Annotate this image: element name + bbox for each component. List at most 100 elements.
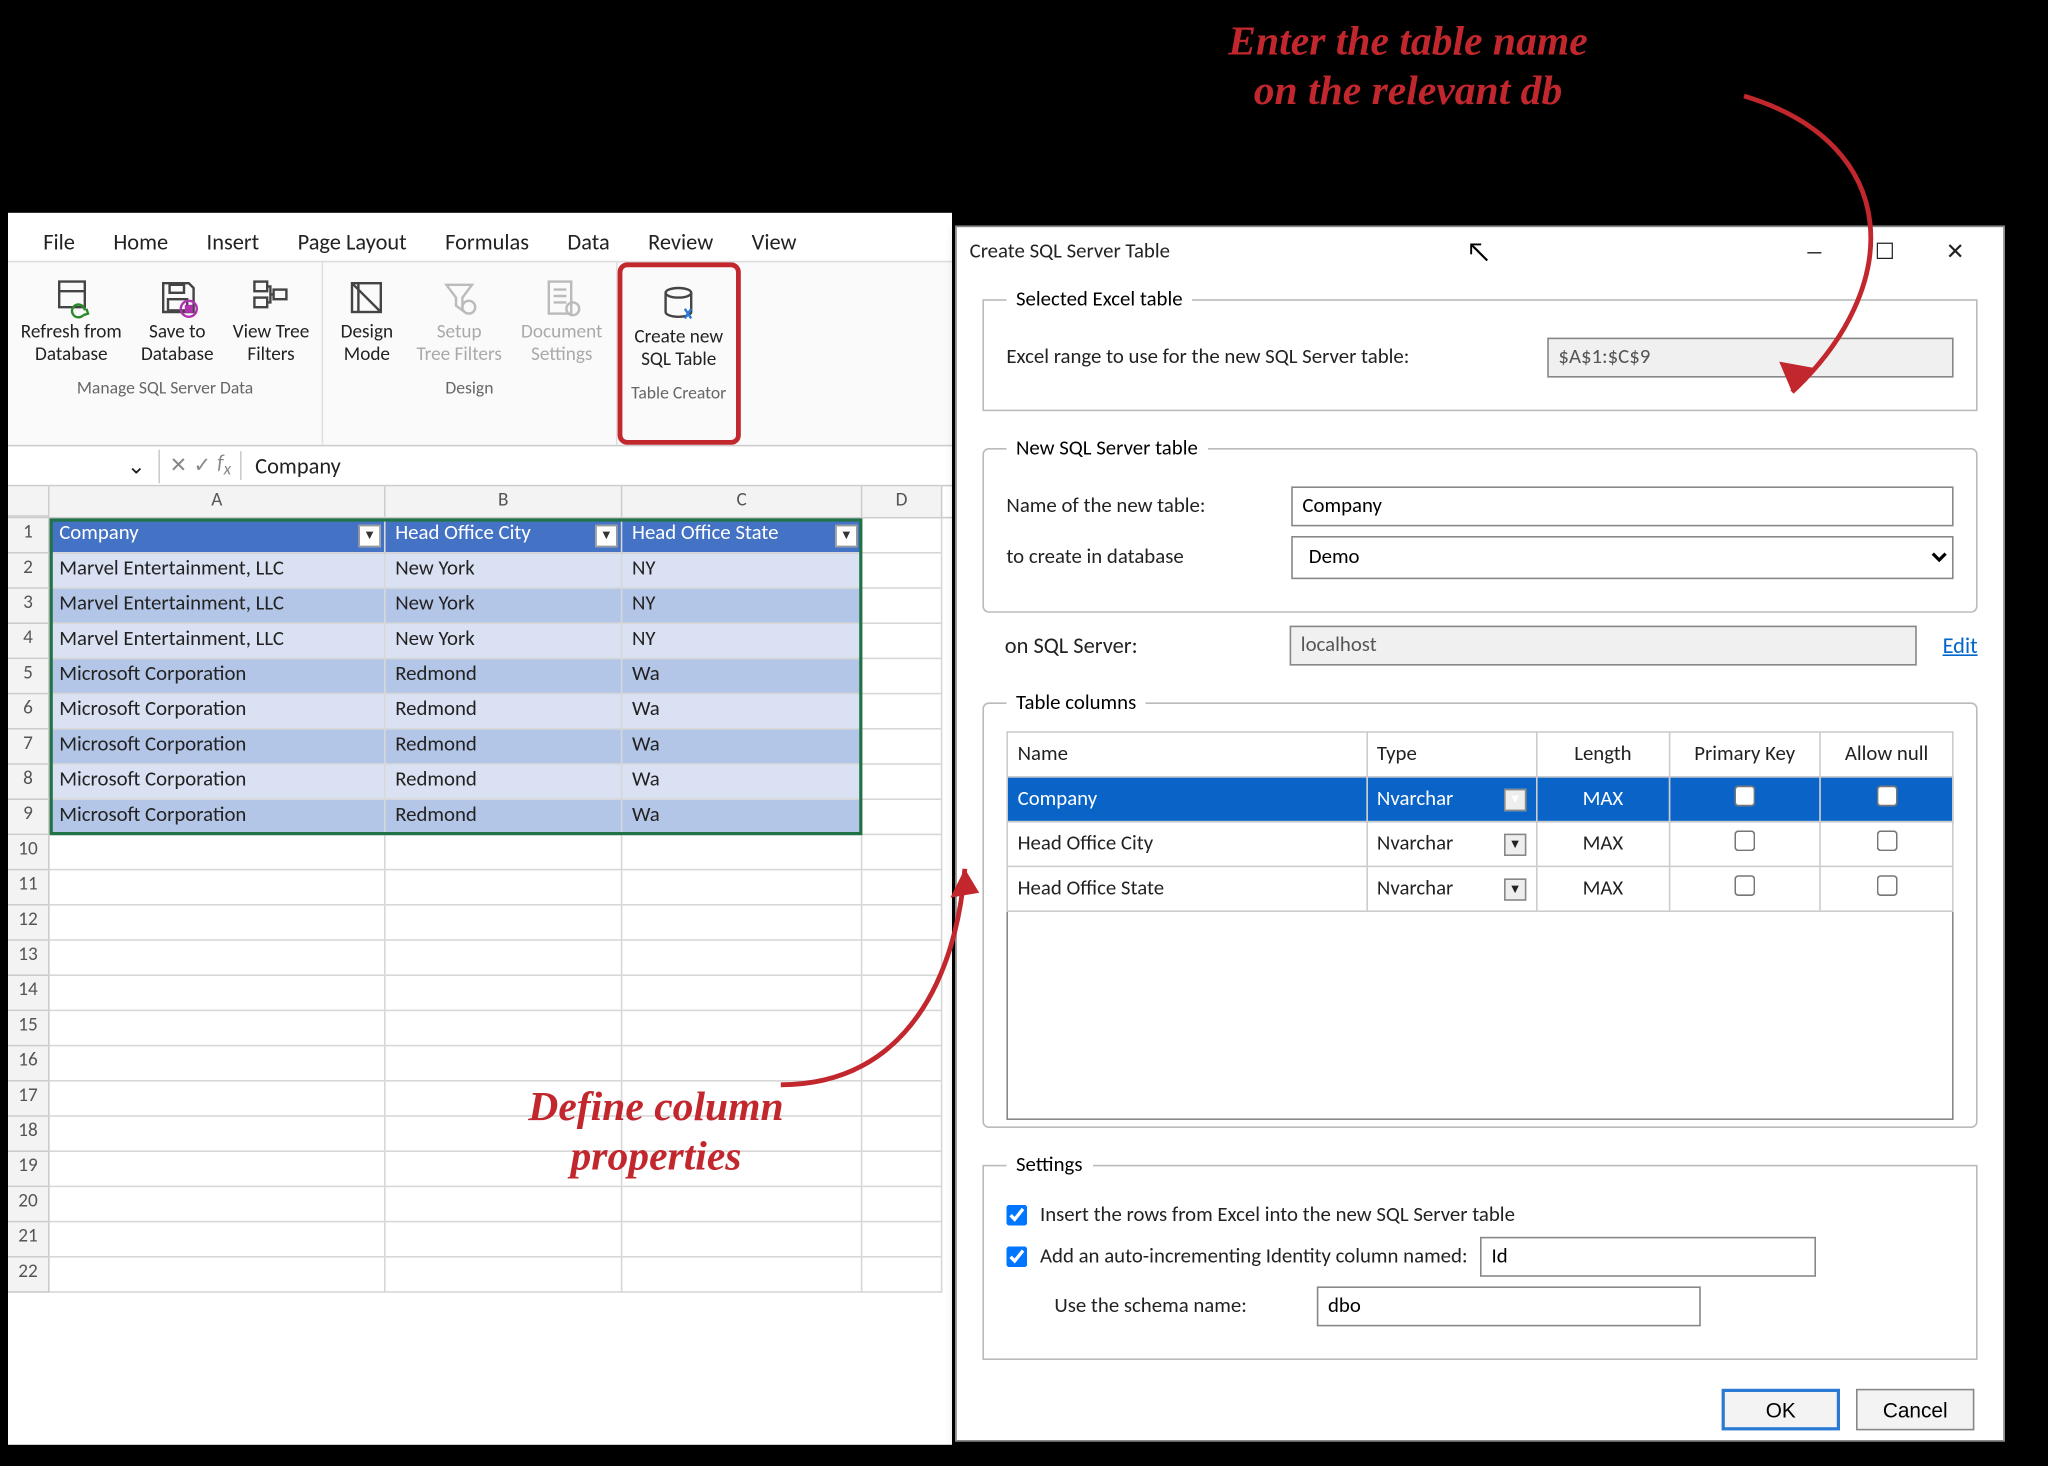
cell[interactable]: Microsoft Corporation <box>50 730 386 765</box>
edit-server-link[interactable]: Edit <box>1943 632 1978 659</box>
filter-dropdown-icon[interactable]: ▼ <box>595 525 617 547</box>
row-header[interactable]: 19 <box>8 1152 50 1187</box>
col-length-cell[interactable]: MAX <box>1537 822 1669 867</box>
cell[interactable] <box>386 870 623 905</box>
cell[interactable] <box>386 1187 623 1222</box>
chevron-down-icon[interactable]: ▼ <box>1504 833 1526 855</box>
cell[interactable] <box>862 1187 942 1222</box>
row-header[interactable]: 22 <box>8 1258 50 1293</box>
col-name-cell[interactable]: Head Office State <box>1007 866 1366 911</box>
filter-dropdown-icon[interactable]: ▼ <box>358 525 380 547</box>
cell[interactable] <box>50 906 386 941</box>
cell[interactable]: Marvel Entertainment, LLC <box>50 624 386 659</box>
cell[interactable]: Redmond <box>386 694 623 729</box>
allow-null-checkbox[interactable] <box>1876 786 1897 807</box>
chevron-down-icon[interactable]: ▼ <box>1504 878 1526 900</box>
chevron-down-icon[interactable]: ▼ <box>1504 788 1526 810</box>
column-row[interactable]: Head Office CityNvarchar▼MAX <box>1007 822 1953 867</box>
name-box[interactable]: ⌄ <box>8 449 160 483</box>
row-header[interactable]: 2 <box>8 554 50 589</box>
cell[interactable]: Redmond <box>386 659 623 694</box>
col-pk-cell[interactable] <box>1669 822 1820 867</box>
select-all-corner[interactable] <box>8 486 50 516</box>
cell[interactable] <box>622 1222 862 1257</box>
refresh-from-db-button[interactable]: Refresh fromDatabase <box>11 269 131 374</box>
create-new-sql-table-button[interactable]: Create newSQL Table <box>625 274 733 379</box>
identity-checkbox[interactable] <box>1006 1246 1027 1267</box>
view-tree-filters-button[interactable]: View TreeFilters <box>223 269 319 374</box>
schema-input[interactable] <box>1317 1286 1701 1326</box>
cell[interactable]: Marvel Entertainment, LLC <box>50 554 386 589</box>
column-row[interactable]: Head Office StateNvarchar▼MAX <box>1007 866 1953 911</box>
cell[interactable]: Microsoft Corporation <box>50 694 386 729</box>
cell[interactable]: NY <box>622 589 862 624</box>
cell[interactable] <box>622 1258 862 1293</box>
save-to-db-button[interactable]: Save toDatabase <box>131 269 223 374</box>
col-null-cell[interactable] <box>1820 822 1952 867</box>
row-header[interactable]: 15 <box>8 1011 50 1046</box>
cell[interactable] <box>386 1046 623 1081</box>
column-row[interactable]: CompanyNvarchar▼MAX <box>1007 777 1953 822</box>
cell[interactable] <box>862 589 942 624</box>
col-null-cell[interactable] <box>1820 866 1952 911</box>
cell[interactable] <box>50 835 386 870</box>
pk-checkbox[interactable] <box>1734 830 1755 851</box>
cell[interactable] <box>862 694 942 729</box>
enter-icon[interactable]: ✓ <box>193 454 210 478</box>
pk-checkbox[interactable] <box>1734 875 1755 896</box>
cell[interactable] <box>386 1011 623 1046</box>
database-select[interactable]: Demo <box>1291 536 1953 579</box>
cell[interactable] <box>862 1222 942 1257</box>
pk-checkbox[interactable] <box>1734 786 1755 807</box>
col-name-cell[interactable]: Head Office City <box>1007 822 1366 867</box>
insert-rows-checkbox[interactable] <box>1006 1205 1027 1226</box>
columns-header[interactable]: Type <box>1367 732 1537 777</box>
row-header[interactable]: 21 <box>8 1222 50 1257</box>
row-header[interactable]: 10 <box>8 835 50 870</box>
row-header[interactable]: 3 <box>8 589 50 624</box>
col-length-cell[interactable]: MAX <box>1537 866 1669 911</box>
row-header[interactable]: 11 <box>8 870 50 905</box>
cell[interactable] <box>50 1222 386 1257</box>
cell[interactable]: Microsoft Corporation <box>50 765 386 800</box>
cell[interactable]: Redmond <box>386 800 623 835</box>
row-header[interactable]: 9 <box>8 800 50 835</box>
row-header[interactable]: 8 <box>8 765 50 800</box>
columns-table[interactable]: NameTypeLengthPrimary KeyAllow null Comp… <box>1006 731 1953 912</box>
cell[interactable] <box>386 941 623 976</box>
cell[interactable] <box>622 1187 862 1222</box>
cell[interactable] <box>862 624 942 659</box>
row-header[interactable]: 17 <box>8 1082 50 1117</box>
cell[interactable]: Microsoft Corporation <box>50 659 386 694</box>
col-length-cell[interactable]: MAX <box>1537 777 1669 822</box>
columns-header[interactable]: Length <box>1537 732 1669 777</box>
row-header[interactable]: 13 <box>8 941 50 976</box>
table-name-input[interactable] <box>1291 486 1953 526</box>
row-header[interactable]: 1 <box>8 518 50 553</box>
cell[interactable] <box>50 976 386 1011</box>
menu-tab-formulas[interactable]: Formulas <box>426 222 548 262</box>
col-header-A[interactable]: A <box>50 486 386 516</box>
row-header[interactable]: 6 <box>8 694 50 729</box>
columns-header[interactable]: Name <box>1007 732 1366 777</box>
cell[interactable] <box>386 1222 623 1257</box>
cancel-button[interactable]: Cancel <box>1856 1389 1974 1431</box>
cell[interactable] <box>862 1152 942 1187</box>
cell[interactable] <box>50 1187 386 1222</box>
cell[interactable] <box>862 1258 942 1293</box>
menu-tab-review[interactable]: Review <box>629 222 733 262</box>
cell[interactable] <box>862 730 942 765</box>
cell[interactable]: NY <box>622 624 862 659</box>
cell[interactable] <box>386 835 623 870</box>
cell[interactable] <box>50 941 386 976</box>
cell[interactable] <box>50 1082 386 1117</box>
cell[interactable]: New York <box>386 624 623 659</box>
row-header[interactable]: 18 <box>8 1117 50 1152</box>
menu-tab-view[interactable]: View <box>732 222 815 262</box>
cell[interactable] <box>862 765 942 800</box>
cell[interactable] <box>862 659 942 694</box>
row-header[interactable]: 16 <box>8 1046 50 1081</box>
cell[interactable] <box>862 800 942 835</box>
col-header-B[interactable]: B <box>386 486 623 516</box>
row-header[interactable]: 4 <box>8 624 50 659</box>
